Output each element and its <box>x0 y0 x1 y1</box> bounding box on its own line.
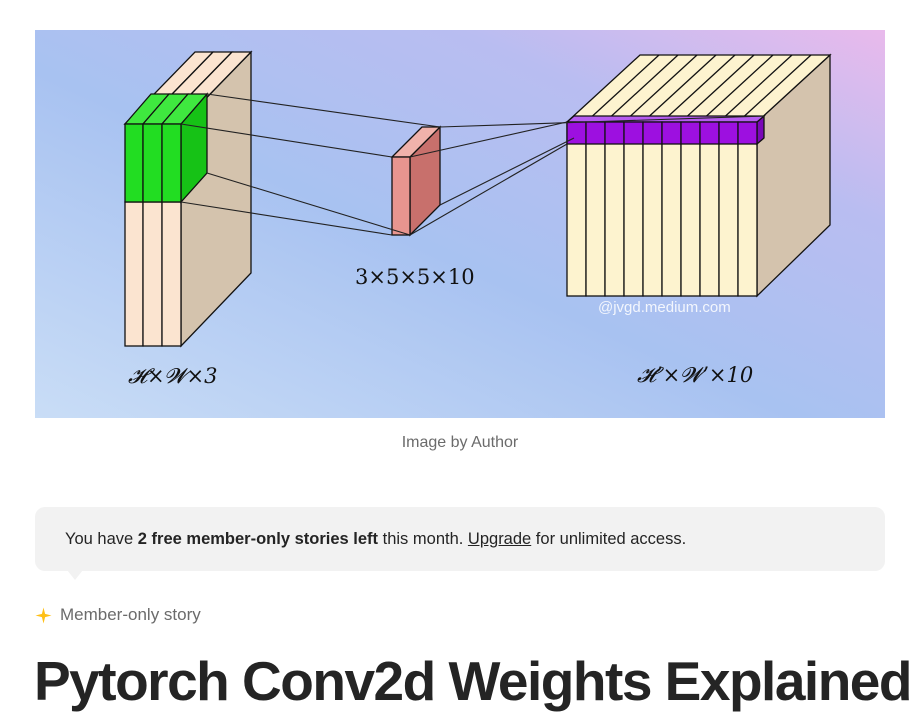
upgrade-link[interactable]: Upgrade <box>468 530 531 549</box>
image-caption: Image by Author <box>401 434 519 451</box>
member-only-badge: Member-only story <box>35 603 201 627</box>
output-volume <box>565 53 832 298</box>
banner-text-prefix: You have <box>65 529 138 548</box>
banner-pointer <box>67 570 83 580</box>
watermark: @jvgd.medium.com <box>598 299 731 316</box>
article-title: Pytorch Conv2d Weights Explained <box>34 650 912 712</box>
banner-text-suffix: for unlimited access. <box>531 529 687 548</box>
banner-text-middle: this month. <box>378 529 468 548</box>
kernel-shape-label: 3×5×5×10 <box>355 265 475 289</box>
banner-stories-left: 2 free member-only stories left <box>137 529 379 548</box>
star-icon <box>35 607 52 623</box>
hero-image: 𝓗×𝓦×3 3×5×5×10 𝓗’×𝓦’×10 @jvgd.medium.com <box>35 30 885 418</box>
output-shape-label: 𝓗’×𝓦’×10 <box>637 363 753 387</box>
member-only-label: Member-only story <box>60 605 201 624</box>
paywall-banner: You have 2 free member-only stories left… <box>35 507 885 571</box>
input-shape-label: 𝓗×𝓦×3 <box>128 364 218 388</box>
